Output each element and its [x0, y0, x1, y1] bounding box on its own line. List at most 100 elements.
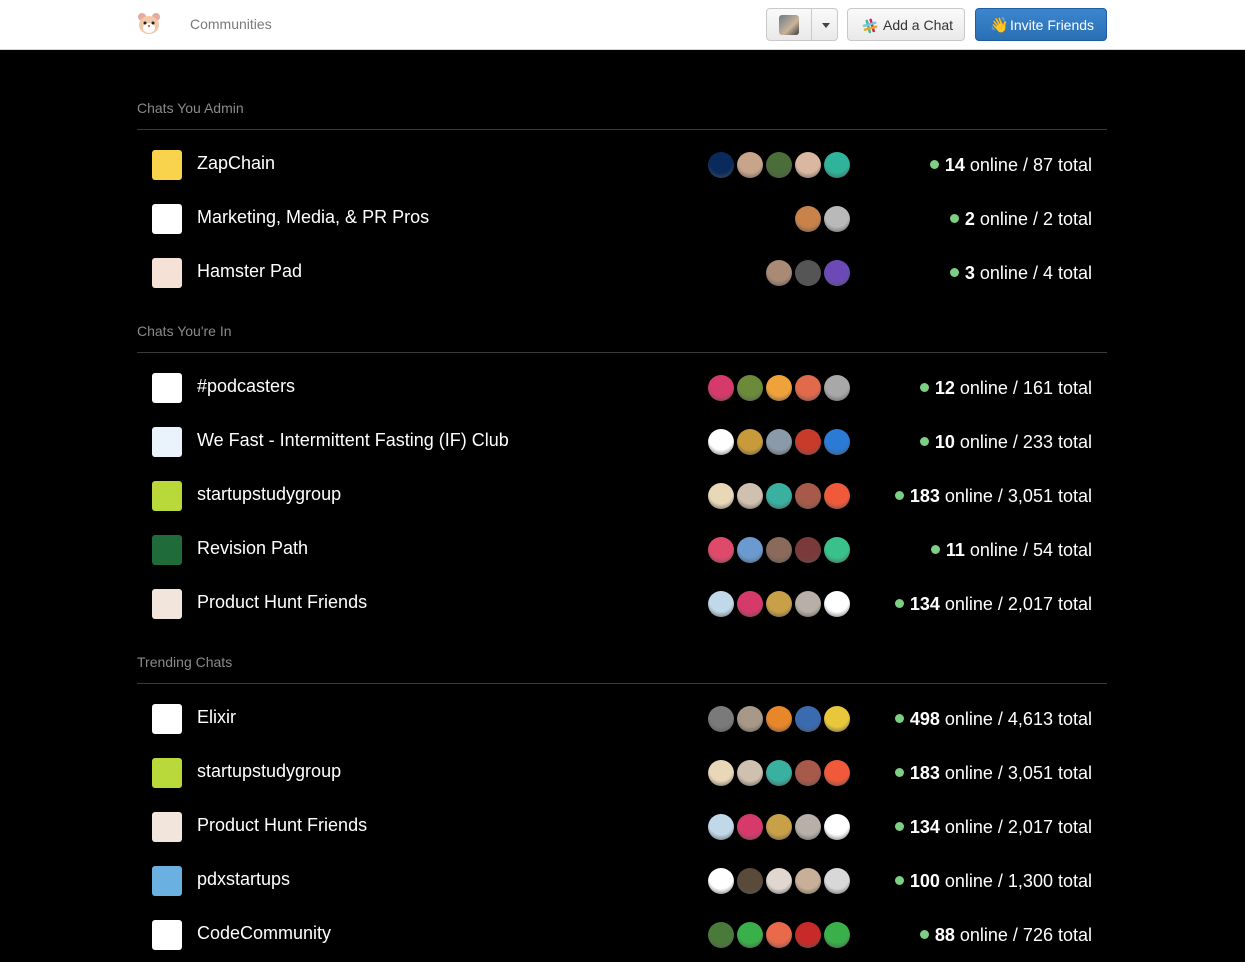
member-avatar — [737, 375, 763, 401]
chat-row[interactable]: ZapChain 14 online / 87 total — [137, 138, 1107, 192]
member-avatar — [795, 206, 821, 232]
member-avatars — [708, 152, 850, 178]
megaphone-icon — [152, 204, 182, 234]
member-avatar — [795, 868, 821, 894]
member-avatar — [708, 537, 734, 563]
member-avatar — [795, 814, 821, 840]
hamster-logo-icon[interactable] — [137, 12, 161, 36]
chat-name[interactable]: We Fast - Intermittent Fasting (IF) Club — [197, 430, 509, 451]
chat-name[interactable]: #podcasters — [197, 376, 295, 397]
member-avatar — [708, 922, 734, 948]
chat-row[interactable]: We Fast - Intermittent Fasting (IF) Club… — [137, 415, 1107, 469]
online-count: 2 — [964, 209, 975, 229]
chat-row[interactable]: startupstudygroup 183 online / 3,051 tota… — [137, 469, 1107, 523]
add-chat-button[interactable]: Add a Chat — [847, 8, 965, 41]
microphone-icon — [152, 373, 182, 403]
chat-row[interactable]: Product Hunt Friends 134 online / 2,017 t… — [137, 577, 1107, 631]
online-dot-icon — [919, 383, 929, 392]
member-avatars — [708, 483, 850, 509]
member-avatar — [795, 483, 821, 509]
total-count: online / 1,300 total — [939, 871, 1092, 891]
online-count: 134 — [909, 594, 940, 614]
member-avatar — [795, 152, 821, 178]
online-dot-icon — [894, 822, 904, 831]
lightning-bolt-icon — [152, 150, 182, 180]
member-avatar — [737, 814, 763, 840]
member-avatar — [737, 537, 763, 563]
member-avatar — [766, 152, 792, 178]
total-count: online / 54 total — [964, 540, 1092, 560]
invite-friends-button[interactable]: 👋 Invite Friends — [975, 8, 1107, 41]
member-stats: 2 online / 2 total — [949, 209, 1092, 230]
member-avatar — [824, 152, 850, 178]
member-avatar — [824, 591, 850, 617]
chat-name[interactable]: Product Hunt Friends — [197, 815, 367, 836]
member-avatar — [708, 591, 734, 617]
chat-row[interactable]: Marketing, Media, & PR Pros 2 online / 2 … — [137, 192, 1107, 246]
chat-name[interactable]: pdxstartups — [197, 869, 290, 890]
chat-row[interactable]: Elixir 498 online / 4,613 total — [137, 692, 1107, 746]
member-avatars — [708, 591, 850, 617]
chat-row[interactable]: startupstudygroup 183 online / 3,051 tota… — [137, 746, 1107, 800]
online-count: 183 — [909, 486, 940, 506]
section-heading: Chats You're In — [137, 323, 232, 339]
revision-path-icon — [152, 535, 182, 565]
emc-code-icon — [152, 920, 182, 950]
member-stats: 10 online / 233 total — [919, 432, 1092, 453]
chat-name[interactable]: Revision Path — [197, 538, 308, 559]
online-count: 134 — [909, 817, 940, 837]
chat-name[interactable]: startupstudygroup — [197, 761, 341, 782]
chat-row[interactable]: pdxstartups 100 online / 1,300 total — [137, 854, 1107, 908]
member-avatar — [708, 152, 734, 178]
chat-row[interactable]: Revision Path 11 online / 54 total — [137, 523, 1107, 577]
member-avatar — [737, 429, 763, 455]
member-avatar — [766, 814, 792, 840]
member-avatars — [766, 260, 850, 286]
user-menu-dropdown[interactable] — [766, 8, 838, 41]
chat-name[interactable]: Product Hunt Friends — [197, 592, 367, 613]
online-count: 183 — [909, 763, 940, 783]
total-count: online / 2,017 total — [939, 817, 1092, 837]
member-avatar — [708, 429, 734, 455]
member-avatar — [824, 868, 850, 894]
slack-icon — [862, 18, 878, 34]
member-avatar — [766, 375, 792, 401]
chat-name[interactable]: Marketing, Media, & PR Pros — [197, 207, 429, 228]
online-dot-icon — [949, 268, 959, 277]
online-dot-icon — [919, 930, 929, 939]
member-avatar — [824, 375, 850, 401]
member-avatar — [795, 537, 821, 563]
total-count: online / 3,051 total — [939, 763, 1092, 783]
section-divider — [137, 683, 1107, 684]
chat-name[interactable]: startupstudygroup — [197, 484, 341, 505]
chat-name[interactable]: Elixir — [197, 707, 236, 728]
hamster-icon — [152, 258, 182, 288]
online-count: 14 — [944, 155, 965, 175]
total-count: online / 87 total — [964, 155, 1092, 175]
chat-name[interactable]: ZapChain — [197, 153, 275, 174]
nav-communities-link[interactable]: Communities — [190, 16, 272, 32]
total-count: online / 233 total — [954, 432, 1092, 452]
member-avatar — [737, 760, 763, 786]
chat-row[interactable]: CodeCommunity 88 online / 726 total — [137, 908, 1107, 962]
elixir-drop-icon — [152, 704, 182, 734]
chat-row[interactable]: Hamster Pad 3 online / 4 total — [137, 246, 1107, 300]
chat-row[interactable]: Product Hunt Friends 134 online / 2,017 t… — [137, 800, 1107, 854]
chat-name[interactable]: Hamster Pad — [197, 261, 302, 282]
member-avatars — [708, 537, 850, 563]
section-heading: Trending Chats — [137, 654, 233, 670]
member-stats: 183 online / 3,051 total — [894, 486, 1092, 507]
chat-row[interactable]: #podcasters 12 online / 161 total — [137, 361, 1107, 415]
online-dot-icon — [930, 545, 940, 554]
member-stats: 134 online / 2,017 total — [894, 817, 1092, 838]
chat-name[interactable]: CodeCommunity — [197, 923, 331, 944]
member-stats: 11 online / 54 total — [930, 540, 1092, 561]
member-avatar — [766, 537, 792, 563]
waving-hand-icon: 👋 — [990, 17, 1009, 34]
section-divider — [137, 129, 1107, 130]
member-avatar — [824, 429, 850, 455]
total-count: online / 2 total — [974, 209, 1092, 229]
kitty-icon — [152, 812, 182, 842]
member-avatars — [708, 375, 850, 401]
add-chat-label: Add a Chat — [883, 17, 954, 33]
